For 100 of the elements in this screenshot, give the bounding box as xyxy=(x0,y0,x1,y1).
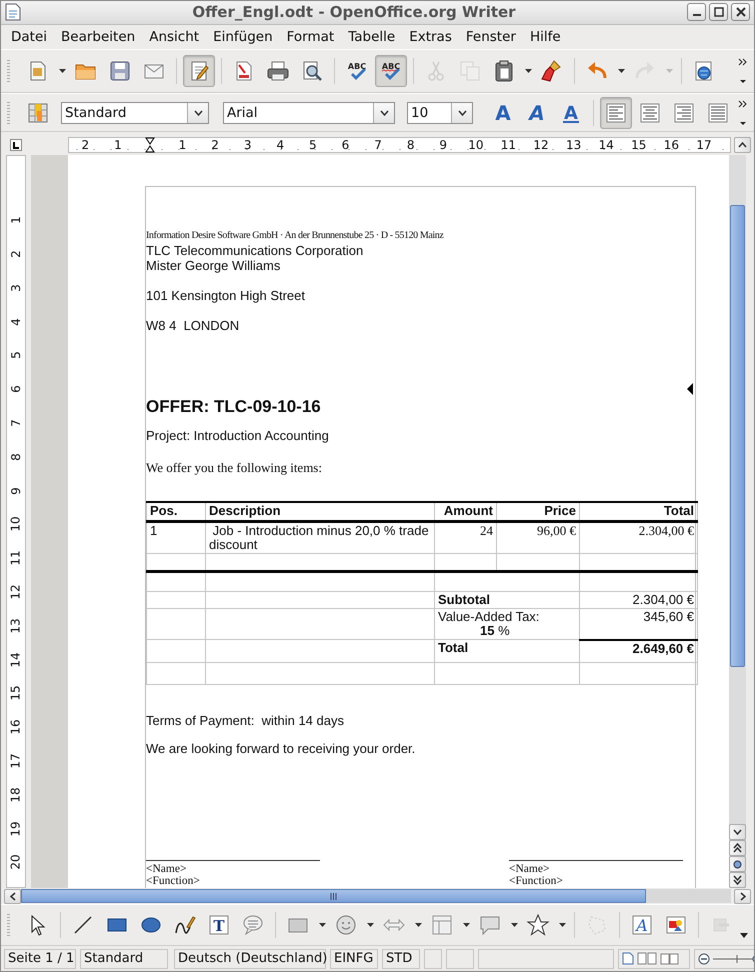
tab-stop-icon xyxy=(10,139,22,152)
ruler-number: 14 xyxy=(9,652,23,668)
align-justify-icon xyxy=(706,100,730,125)
recipient-line: TLC Telecommunications Corporation xyxy=(146,243,364,258)
font-name-dropdown[interactable]: Arial xyxy=(223,102,395,124)
scrollbar-thumb[interactable] xyxy=(21,889,646,904)
sender-line: Information Desire Software GmbH · An der Brunnenstube 25 · D - 55120 Mainz xyxy=(146,229,444,244)
close-icon xyxy=(736,7,746,18)
ruler-number: 6 xyxy=(340,138,350,152)
vertical-scrollbar[interactable] xyxy=(729,155,746,888)
address-line: 101 Kensington High Street xyxy=(146,288,306,304)
offer-title: OFFER: TLC-09-10-16 xyxy=(146,397,322,418)
grid-hand-icon xyxy=(26,100,50,125)
summary-label: Subtotal xyxy=(438,593,491,608)
close-button[interactable] xyxy=(731,3,750,22)
scroll-right-button[interactable] xyxy=(734,888,751,904)
scroll-up-button[interactable] xyxy=(734,137,751,154)
ruler-number: 15 xyxy=(9,686,23,702)
double-caret-up-icon xyxy=(733,843,742,854)
maximize-button[interactable] xyxy=(709,3,728,22)
intro-text: We offer you the following items: xyxy=(146,460,323,476)
ruler-number: 8 xyxy=(9,453,23,461)
insert-mode-status: EINFG xyxy=(330,948,378,969)
ruler-number: 11 xyxy=(500,138,518,152)
closing-sentence: We are looking forward to receiving your order. xyxy=(146,740,416,756)
table-cell: 96,00 € xyxy=(496,522,580,554)
overflow-caret-icon xyxy=(740,932,748,938)
previous-page-button[interactable] xyxy=(729,840,746,856)
ruler-number: 4 xyxy=(9,318,23,326)
status-field xyxy=(446,948,474,969)
summary-value: 2.304,00 € xyxy=(632,592,694,608)
grip-icon xyxy=(330,892,337,900)
menu-item[interactable]: Fenster xyxy=(458,26,523,47)
speech-bubble-icon xyxy=(241,913,265,938)
column-header: Amount xyxy=(434,502,496,522)
ruler-number: 8 xyxy=(406,138,416,152)
book-view-icon[interactable] xyxy=(660,952,680,966)
overflow-chevron-icon xyxy=(738,98,748,128)
ruler-number: 14 xyxy=(598,138,615,152)
zoom-out-icon[interactable] xyxy=(698,952,710,965)
document-pencil-button[interactable] xyxy=(183,54,215,87)
menu-item[interactable]: Bearbeiten xyxy=(54,26,142,47)
status-field xyxy=(424,948,442,969)
menu-item[interactable]: Einfügen xyxy=(206,26,280,47)
horizontal-scrollbar[interactable] xyxy=(1,888,754,904)
ruler-number: 2 xyxy=(210,138,220,152)
flowchart-icon xyxy=(430,913,454,938)
ruler-number: 1 xyxy=(113,138,123,152)
ruler-number: 9 xyxy=(9,486,23,494)
align-left-icon xyxy=(604,100,628,125)
ruler-number: 7 xyxy=(373,138,383,152)
column-header: Total xyxy=(580,502,698,522)
page-style-status: Standard xyxy=(80,948,168,969)
project-line: Project: Introduction Accounting xyxy=(146,428,330,444)
document-icon xyxy=(5,3,21,22)
page-status: Seite 1 / 1 xyxy=(4,948,76,969)
ruler-number: 4 xyxy=(275,138,286,152)
scrollbar-thumb[interactable] xyxy=(730,205,745,668)
font-size-dropdown[interactable]: 10 xyxy=(407,102,473,124)
table-cell: 2.304,00 € xyxy=(580,522,698,554)
navigation-button[interactable] xyxy=(729,856,746,872)
window-title: Offer_Engl.odt - OpenOffice.org Writer xyxy=(191,3,517,22)
ruler-number: 2 xyxy=(9,250,23,258)
ruler-number: 16 xyxy=(662,138,680,152)
smiley-icon xyxy=(334,913,358,938)
triangle-marker-icon xyxy=(687,383,693,396)
ruler-number: 1 xyxy=(178,138,188,152)
indent-marker-icon[interactable] xyxy=(145,137,156,154)
language-status: Deutsch (Deutschland) xyxy=(174,948,326,969)
paragraph-style-dropdown[interactable]: Standard xyxy=(61,102,209,124)
payment-terms: Terms of Payment: within 14 days xyxy=(146,712,345,728)
caret-icon xyxy=(558,923,566,928)
next-page-button[interactable] xyxy=(729,872,746,888)
ruler-number: 13 xyxy=(9,618,23,634)
caret-down-icon xyxy=(733,829,742,836)
menu-item[interactable]: Extras xyxy=(402,26,459,47)
caret-icon xyxy=(194,110,202,116)
menu-item[interactable]: Hilfe xyxy=(522,26,568,47)
scroll-down-button[interactable] xyxy=(729,824,746,840)
caret-left-icon xyxy=(10,892,16,901)
table-cell: Job - Introduction minus 20,0 % trade discount xyxy=(206,522,434,554)
summary-value: 345,60 € xyxy=(643,609,694,624)
two-pages-icon[interactable] xyxy=(637,952,657,966)
address-line: W8 4 LONDON xyxy=(146,318,240,334)
single-page-icon[interactable] xyxy=(622,952,634,966)
menu-item[interactable]: Format xyxy=(280,26,342,47)
scroll-left-button[interactable] xyxy=(4,888,21,904)
summary-label: Value-Added Tax: xyxy=(438,610,540,624)
tax-rate: 15 % xyxy=(479,624,511,638)
ruler-number: 10 xyxy=(467,138,484,152)
align-left-button[interactable] xyxy=(600,96,632,129)
zoom-slider-track[interactable] xyxy=(713,952,754,965)
menu-item[interactable]: Ansicht xyxy=(142,26,206,47)
star-icon xyxy=(526,913,550,938)
menu-item[interactable]: Datei xyxy=(4,26,54,47)
align-right-icon xyxy=(672,100,696,125)
caret-icon xyxy=(618,68,624,73)
menu-item[interactable]: Tabelle xyxy=(341,26,402,47)
signature-name: <Name> xyxy=(509,862,550,875)
minimize-button[interactable] xyxy=(687,3,706,22)
